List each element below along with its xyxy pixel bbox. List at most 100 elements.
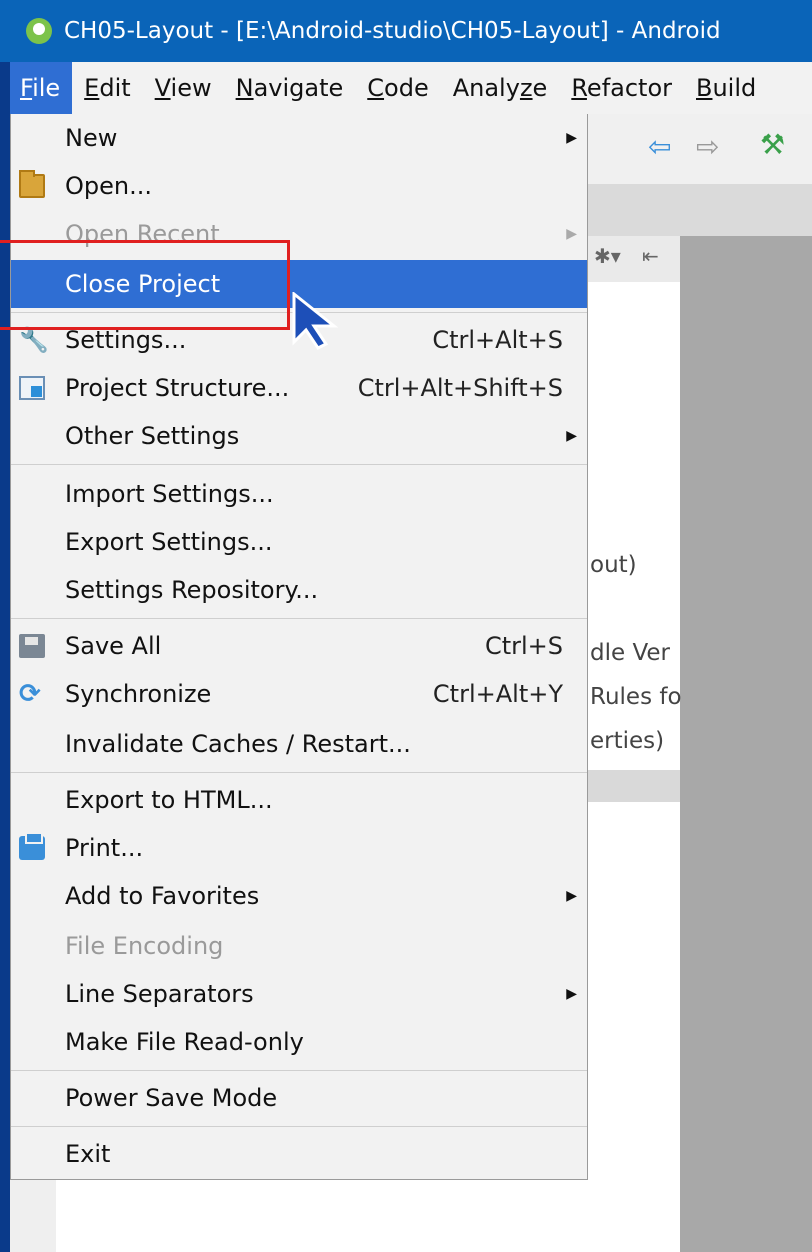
menu-item-label: Save All bbox=[65, 632, 162, 660]
gear-icon[interactable]: ✱▾ bbox=[594, 244, 621, 268]
save-icon bbox=[19, 634, 45, 658]
menu-item-export-html[interactable]: Export to HTML... bbox=[11, 776, 587, 824]
android-studio-window: CH05-Layout - [E:\Android-studio\CH05-La… bbox=[0, 0, 812, 1252]
collapse-panel-icon[interactable]: ⇤ bbox=[642, 244, 659, 268]
menu-item-label: Export Settings... bbox=[65, 528, 273, 556]
menu-item-print[interactable]: Print... bbox=[11, 824, 587, 872]
menu-item-new[interactable]: New ▶ bbox=[11, 114, 587, 162]
submenu-arrow-icon: ▶ bbox=[566, 986, 577, 1002]
menu-item-make-read-only[interactable]: Make File Read-only bbox=[11, 1018, 587, 1066]
menu-item-import-settings[interactable]: Import Settings... bbox=[11, 470, 587, 518]
menu-refactor-mnemonic: R bbox=[571, 74, 587, 102]
menu-item-shortcut: Ctrl+Alt+Y bbox=[432, 680, 563, 708]
menu-analyze-prefix: Analy bbox=[452, 74, 520, 102]
menu-analyze-label: e bbox=[532, 74, 548, 102]
menu-navigate[interactable]: Navigate bbox=[224, 62, 356, 114]
menu-item-label: Settings Repository... bbox=[65, 576, 319, 604]
menu-code-label: ode bbox=[384, 74, 429, 102]
menu-item-add-favorites[interactable]: Add to Favorites ▶ bbox=[11, 872, 587, 920]
menu-build-label: uild bbox=[712, 74, 757, 102]
tree-text-3: Rules fo bbox=[590, 684, 682, 710]
wrench-icon: 🔧 bbox=[19, 326, 49, 354]
menu-view[interactable]: View bbox=[143, 62, 224, 114]
menu-item-file-encoding: File Encoding bbox=[11, 922, 587, 970]
menu-item-shortcut: Ctrl+S bbox=[484, 632, 563, 660]
panel-status-strip bbox=[588, 770, 680, 802]
menu-file[interactable]: File bbox=[10, 62, 73, 114]
menu-item-export-settings[interactable]: Export Settings... bbox=[11, 518, 587, 566]
menu-item-synchronize[interactable]: ⟳ Synchronize Ctrl+Alt+Y bbox=[11, 670, 587, 718]
menu-item-label: Other Settings bbox=[65, 422, 240, 450]
folder-icon bbox=[19, 170, 45, 198]
menu-item-project-structure[interactable]: Project Structure... Ctrl+Alt+Shift+S bbox=[11, 364, 587, 412]
menu-view-mnemonic: V bbox=[154, 74, 171, 102]
menu-item-open[interactable]: Open... bbox=[11, 162, 587, 210]
menu-item-power-save[interactable]: Power Save Mode bbox=[11, 1074, 587, 1122]
menu-item-line-separators[interactable]: Line Separators ▶ bbox=[11, 970, 587, 1018]
menu-edit[interactable]: Edit bbox=[72, 62, 142, 114]
main-toolbar: ⇦ ⇨ ⚒ bbox=[588, 114, 812, 184]
forward-arrow-icon[interactable]: ⇨ bbox=[696, 130, 719, 163]
mouse-pointer-icon bbox=[292, 292, 339, 350]
menu-item-label: New bbox=[65, 124, 118, 152]
menu-separator bbox=[11, 464, 587, 465]
menu-separator bbox=[11, 772, 587, 773]
menu-item-save-all[interactable]: Save All Ctrl+S bbox=[11, 622, 587, 670]
back-arrow-icon[interactable]: ⇦ bbox=[648, 130, 671, 163]
title-bar: CH05-Layout - [E:\Android-studio\CH05-La… bbox=[0, 0, 812, 62]
project-panel-header: ✱▾ ⇤ bbox=[588, 236, 680, 283]
menu-item-shortcut: Ctrl+Alt+Shift+S bbox=[357, 374, 563, 402]
menu-view-label: iew bbox=[170, 74, 212, 102]
editor-area bbox=[680, 236, 812, 1252]
tree-text-4: erties) bbox=[590, 728, 665, 754]
menu-item-other-settings[interactable]: Other Settings ▶ bbox=[11, 412, 587, 460]
menu-refactor[interactable]: Refactor bbox=[559, 62, 684, 114]
menu-bar: File Edit View Navigate Code Analyze Ref… bbox=[10, 62, 812, 114]
submenu-arrow-icon: ▶ bbox=[566, 428, 577, 444]
menu-refactor-label: efactor bbox=[586, 74, 672, 102]
menu-item-label: Add to Favorites bbox=[65, 882, 260, 910]
menu-navigate-label: avigate bbox=[253, 74, 344, 102]
project-structure-icon bbox=[19, 376, 45, 400]
print-icon bbox=[19, 832, 45, 860]
menu-item-label: Make File Read-only bbox=[65, 1028, 304, 1056]
menu-item-label: Export to HTML... bbox=[65, 786, 273, 814]
menu-analyze-mnemonic: z bbox=[519, 74, 533, 102]
menu-item-label: File Encoding bbox=[65, 932, 224, 960]
menu-item-label: Synchronize bbox=[65, 680, 212, 708]
android-studio-icon bbox=[26, 18, 52, 44]
menu-edit-mnemonic: E bbox=[84, 74, 100, 102]
menu-item-label: Invalidate Caches / Restart... bbox=[65, 730, 411, 758]
submenu-arrow-icon: ▶ bbox=[566, 130, 577, 146]
menu-item-label: Print... bbox=[65, 834, 144, 862]
menu-item-label: Open... bbox=[65, 172, 152, 200]
build-hammer-icon[interactable]: ⚒ bbox=[760, 128, 785, 161]
menu-separator bbox=[11, 1126, 587, 1127]
menu-item-label: Project Structure... bbox=[65, 374, 290, 402]
menu-item-label: Import Settings... bbox=[65, 480, 274, 508]
menu-code-mnemonic: C bbox=[367, 74, 385, 102]
menu-item-invalidate-caches[interactable]: Invalidate Caches / Restart... bbox=[11, 720, 587, 768]
menu-item-label: Line Separators bbox=[65, 980, 254, 1008]
tree-text-1: out) bbox=[590, 552, 637, 578]
window-title: CH05-Layout - [E:\Android-studio\CH05-La… bbox=[64, 18, 721, 44]
menu-file-label: ile bbox=[32, 74, 61, 102]
menu-item-label: Exit bbox=[65, 1140, 111, 1168]
menu-file-mnemonic: F bbox=[20, 74, 33, 102]
menu-item-label: Power Save Mode bbox=[65, 1084, 278, 1112]
synchronize-icon: ⟳ bbox=[19, 679, 41, 709]
tab-strip bbox=[588, 184, 812, 236]
menu-item-settings-repository[interactable]: Settings Repository... bbox=[11, 566, 587, 614]
menu-edit-label: dit bbox=[99, 74, 131, 102]
menu-build-mnemonic: B bbox=[696, 74, 713, 102]
menu-item-exit[interactable]: Exit bbox=[11, 1130, 587, 1178]
submenu-arrow-icon: ▶ bbox=[566, 226, 577, 242]
menu-separator bbox=[11, 618, 587, 619]
menu-navigate-mnemonic: N bbox=[235, 74, 254, 102]
project-panel bbox=[588, 282, 680, 1252]
menu-analyze[interactable]: Analyze bbox=[441, 62, 560, 114]
menu-separator bbox=[11, 1070, 587, 1071]
menu-build[interactable]: Build bbox=[684, 62, 768, 114]
menu-code[interactable]: Code bbox=[355, 62, 440, 114]
submenu-arrow-icon: ▶ bbox=[566, 888, 577, 904]
